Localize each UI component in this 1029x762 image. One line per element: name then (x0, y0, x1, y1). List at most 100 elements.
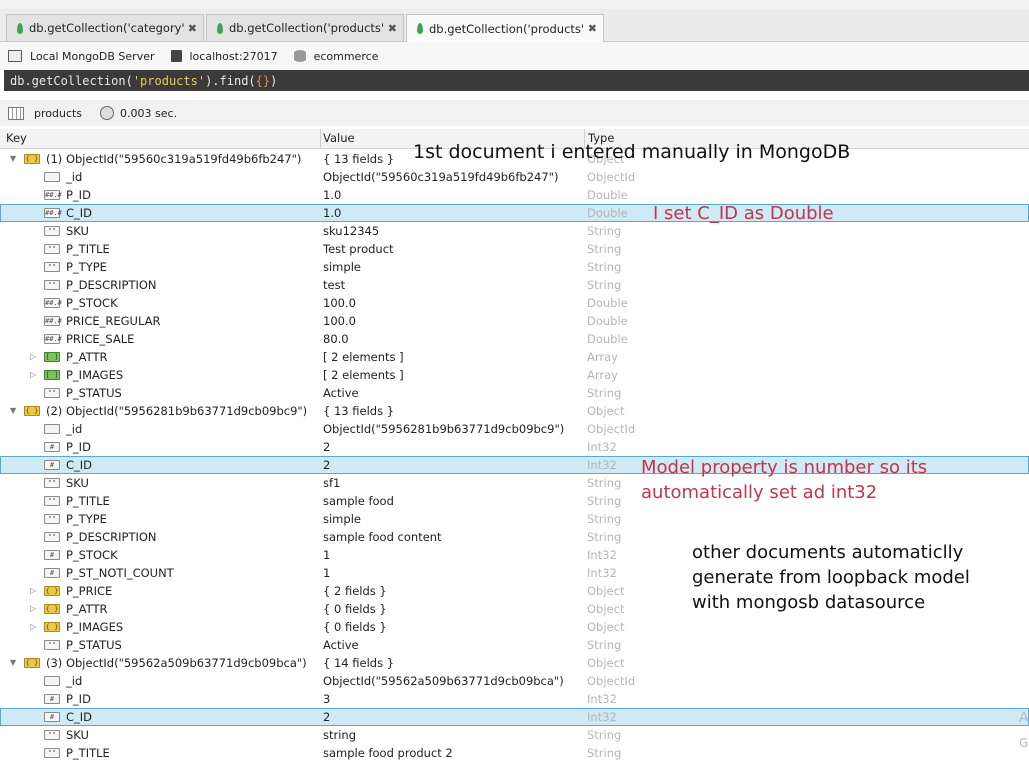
close-icon[interactable]: ✖ (388, 22, 397, 35)
connection-bar: Local MongoDB Server localhost:27017 eco… (0, 42, 1029, 70)
mongodb-leaf-icon (17, 22, 23, 34)
field-row[interactable]: # P_ID 3 Int32 (0, 690, 1029, 708)
number-type-icon: ##.# (44, 298, 62, 308)
field-row[interactable]: "" P_DESCRIPTION test String (0, 276, 1029, 294)
database-name: ecommerce (313, 49, 379, 63)
field-value: [ 2 elements ] (323, 350, 404, 364)
field-type: String (587, 746, 622, 760)
tab-category-query[interactable]: db.getCollection('category').fin... ✖ (6, 14, 204, 41)
annotation-double-note: I set C_ID as Double (653, 203, 834, 224)
annotation-line: automatically set ad int32 (641, 482, 878, 503)
string-type-icon: "" (44, 244, 60, 254)
int-type-icon: # (44, 568, 60, 578)
field-type: Object (587, 404, 625, 418)
field-type: String (587, 242, 622, 256)
collapse-arrow-icon[interactable]: ▼ (10, 150, 16, 168)
field-row[interactable]: "" P_TITLE Test product String (0, 240, 1029, 258)
field-row[interactable]: # C_ID 2 Int32 (0, 708, 1029, 726)
field-row[interactable]: "" P_TYPE simple String (0, 258, 1029, 276)
field-row[interactable]: "" SKU sku12345 String (0, 222, 1029, 240)
close-icon[interactable]: ✖ (588, 22, 597, 35)
field-row[interactable]: "" P_TITLE sample food product 2 String (0, 744, 1029, 762)
field-value: 1.0 (323, 206, 342, 220)
edge-letter: G (1019, 736, 1029, 750)
field-value: Active (323, 386, 359, 400)
field-value: Test product (323, 242, 394, 256)
result-time: 0.003 sec. (120, 106, 178, 120)
field-value: string (323, 728, 357, 742)
expand-arrow-icon[interactable]: ▷ (30, 366, 36, 384)
query-editor[interactable]: db.getCollection('products').find({}) (4, 70, 1029, 91)
close-icon[interactable]: ✖ (188, 22, 197, 35)
field-key: P_TITLE (66, 746, 110, 760)
object-type-icon: { } (24, 406, 40, 416)
field-key: SKU (66, 476, 89, 490)
array-type-icon: [ ] (44, 370, 60, 380)
oid-type-icon (44, 172, 60, 182)
document-row[interactable]: ▼ { } (2) ObjectId("5956281b9b63771d9cb09b… (0, 402, 1029, 420)
field-row[interactable]: "" P_STATUS Active String (0, 636, 1029, 654)
annotation-first-document: 1st document i entered manually in Mongo… (413, 141, 851, 163)
field-row[interactable]: ▷ [ ] P_IMAGES [ 2 elements ] Array (0, 366, 1029, 384)
field-key: C_ID (66, 206, 93, 220)
object-type-icon: { } (24, 658, 40, 668)
field-row[interactable]: ##.# P_STOCK 100.0 Double (0, 294, 1029, 312)
expand-arrow-icon[interactable]: ▷ (30, 618, 36, 636)
field-key: P_ID (66, 692, 91, 706)
column-key[interactable]: Key (6, 131, 27, 145)
server-icon (170, 50, 182, 62)
field-row[interactable]: ##.# PRICE_REGULAR 100.0 Double (0, 312, 1029, 330)
field-key: P_STOCK (66, 548, 118, 562)
number-type-icon: ##.# (44, 316, 62, 326)
field-key: P_DESCRIPTION (66, 278, 157, 292)
field-row[interactable]: _id ObjectId("59560c319a519fd49b6fb247") O… (0, 168, 1029, 186)
field-value: sample food (323, 494, 394, 508)
field-key: P_ATTR (66, 602, 108, 616)
field-key: SKU (66, 728, 89, 742)
column-value[interactable]: Value (323, 131, 355, 145)
field-key: PRICE_REGULAR (66, 314, 161, 328)
collapse-arrow-icon[interactable]: ▼ (10, 402, 16, 420)
annotation-line: with mongosb datasource (692, 592, 926, 613)
field-row[interactable]: "" P_STATUS Active String (0, 384, 1029, 402)
collapse-arrow-icon[interactable]: ▼ (10, 654, 16, 672)
int-type-icon: # (44, 712, 60, 722)
string-type-icon: "" (44, 262, 60, 272)
mongodb-leaf-icon (217, 22, 223, 34)
field-row[interactable]: ▷ [ ] P_ATTR [ 2 elements ] Array (0, 348, 1029, 366)
query-collection-string: 'products' (132, 73, 206, 88)
field-type: Double (587, 296, 628, 310)
column-separator[interactable] (320, 129, 321, 148)
field-row[interactable]: "" SKU string String (0, 726, 1029, 744)
field-row[interactable]: ##.# PRICE_SALE 80.0 Double (0, 330, 1029, 348)
field-row[interactable]: ##.# C_ID 1.0 Double (0, 204, 1029, 222)
tab-label: db.getCollection('category').fin... (29, 21, 184, 35)
field-value: 1.0 (323, 188, 342, 202)
object-type-icon: { } (44, 622, 60, 632)
expand-arrow-icon[interactable]: ▷ (30, 582, 36, 600)
field-value: { 0 fields } (323, 602, 387, 616)
document-row[interactable]: ▼ { } (3) ObjectId("59562a509b63771d9cb09b… (0, 654, 1029, 672)
field-row[interactable]: _id ObjectId("59562a509b63771d9cb09bca") O… (0, 672, 1029, 690)
int-type-icon: # (44, 694, 60, 704)
field-row[interactable]: ▷ { } P_IMAGES { 0 fields } Object (0, 618, 1029, 636)
field-value: sf1 (323, 476, 341, 490)
tab-products-find-active[interactable]: db.getCollection('products').find... ✖ (406, 14, 604, 42)
field-type: String (587, 476, 622, 490)
expand-arrow-icon[interactable]: ▷ (30, 600, 36, 618)
tab-products-query[interactable]: db.getCollection('products').fi... ✖ (206, 14, 404, 41)
query-middle: ).find( (205, 73, 256, 88)
field-row[interactable]: "" P_TYPE simple String (0, 510, 1029, 528)
field-type: ObjectId (587, 674, 636, 688)
expand-arrow-icon[interactable]: ▷ (30, 348, 36, 366)
field-row[interactable]: # P_ID 2 Int32 (0, 438, 1029, 456)
field-row[interactable]: ##.# P_ID 1.0 Double (0, 186, 1029, 204)
field-type: Int32 (587, 440, 617, 454)
field-type: Int32 (587, 458, 617, 472)
string-type-icon: "" (44, 496, 60, 506)
field-type: Double (587, 206, 628, 220)
field-row[interactable]: _id ObjectId("5956281b9b63771d9cb09bc9") O… (0, 420, 1029, 438)
oid-type-icon (44, 676, 60, 686)
string-type-icon: "" (44, 640, 60, 650)
string-type-icon: "" (44, 532, 60, 542)
